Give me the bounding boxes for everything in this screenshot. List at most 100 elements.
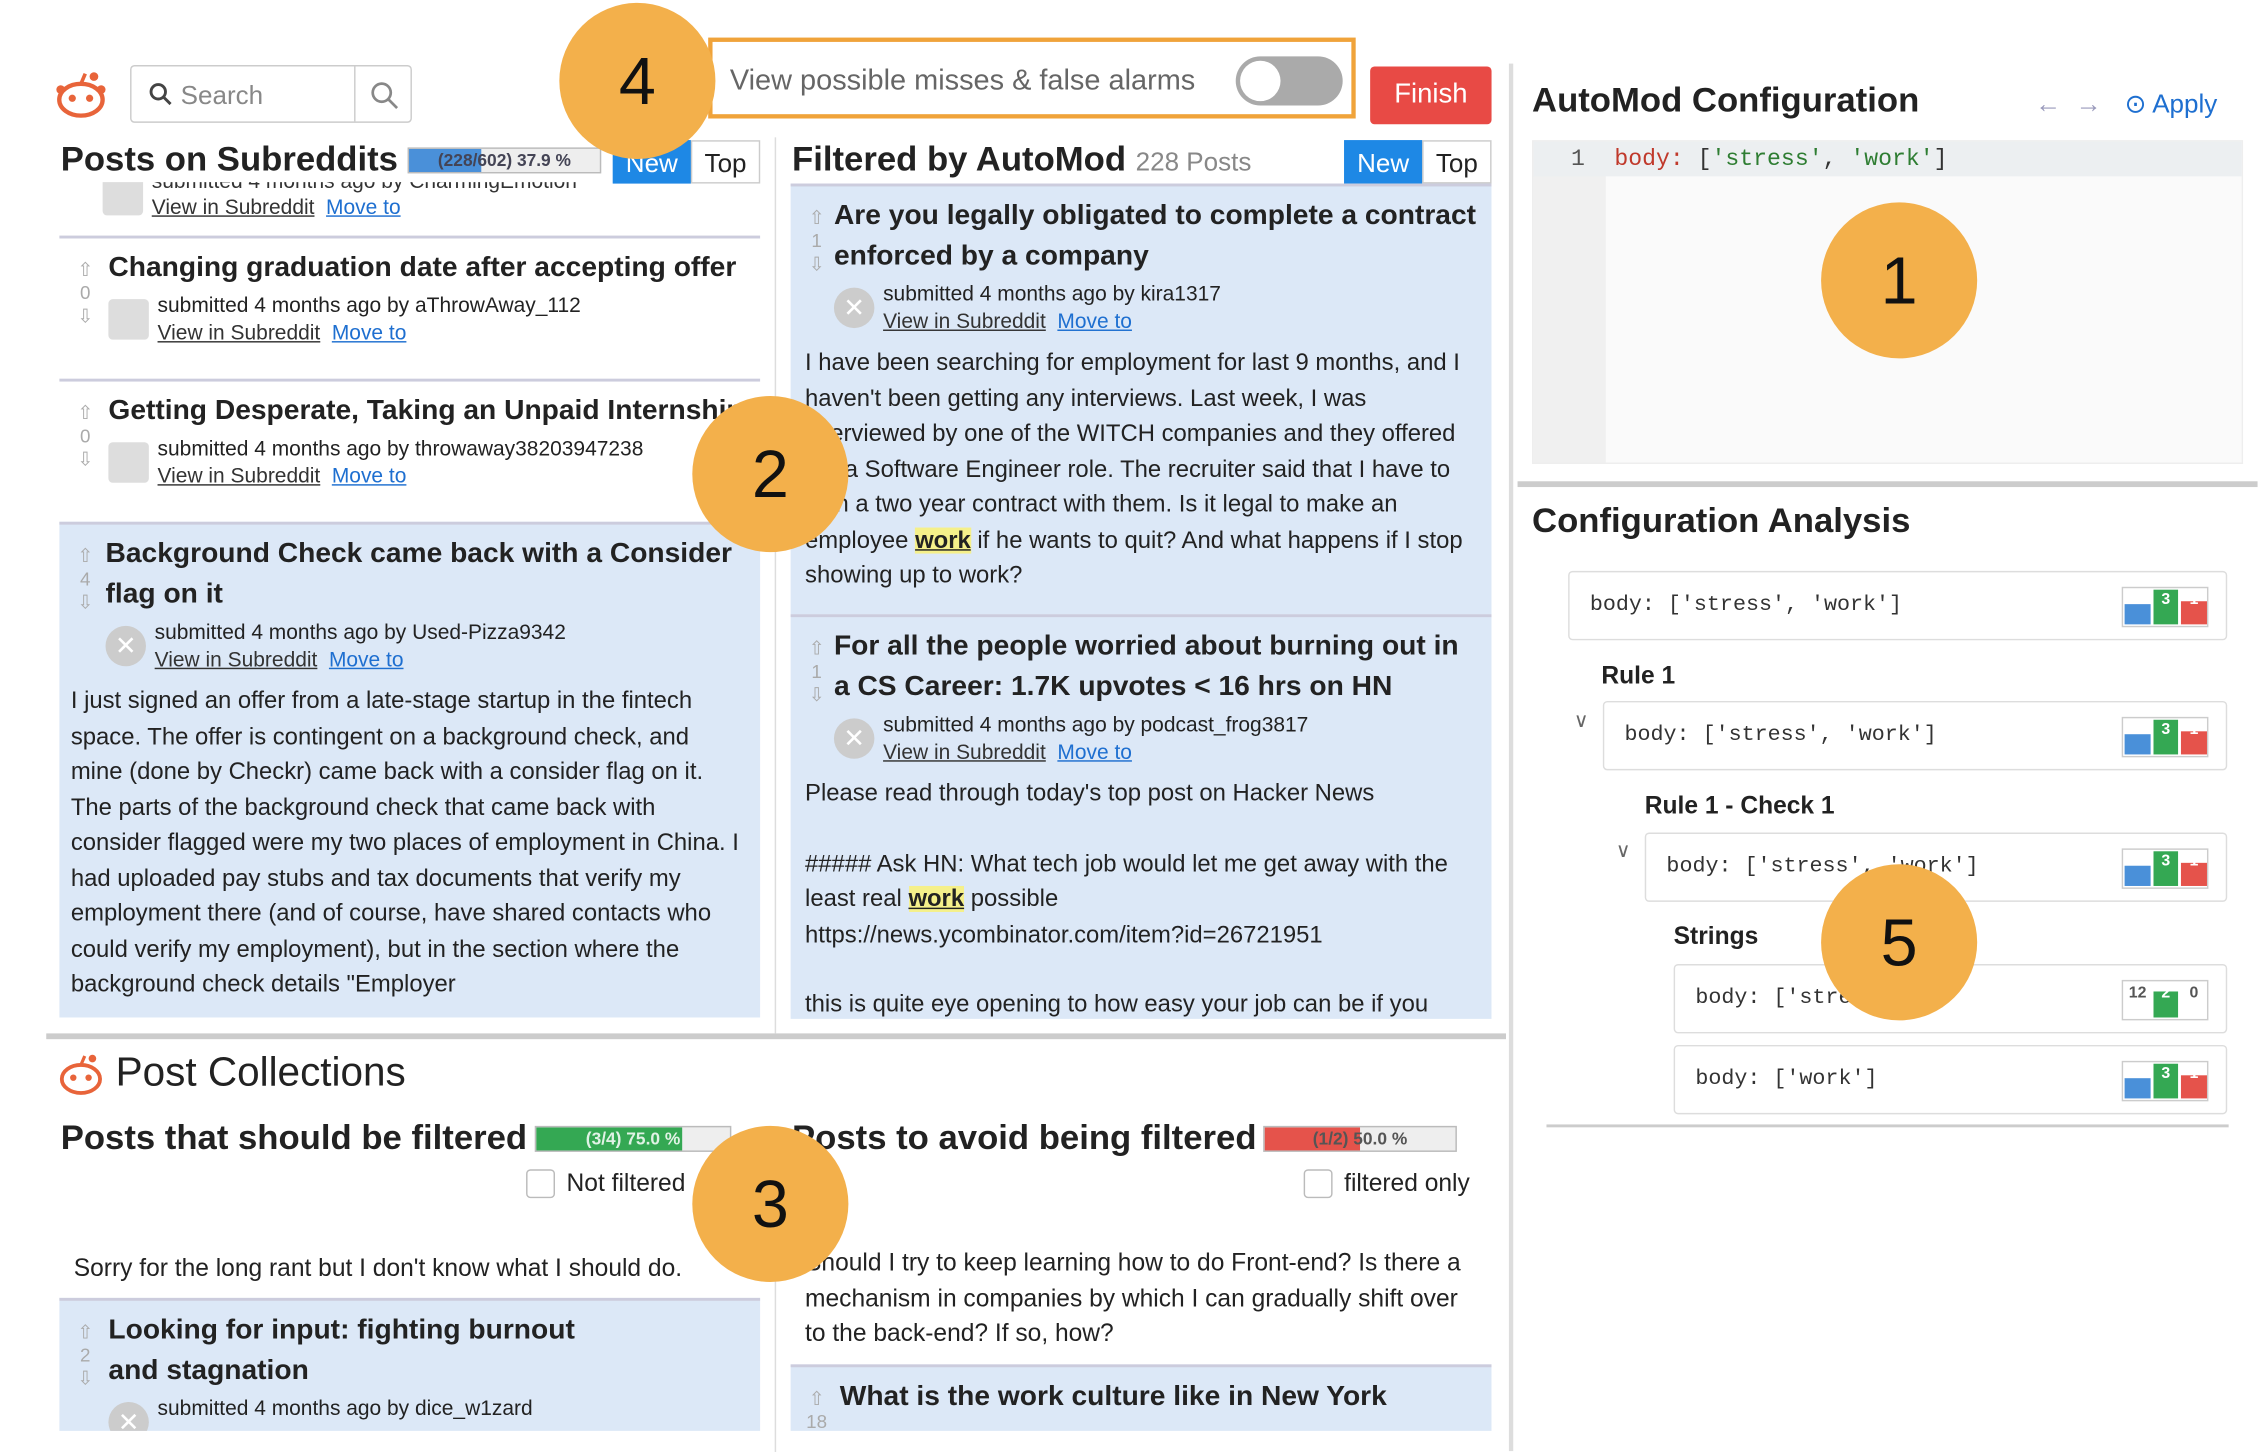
post-meta: submitted 4 months ago by CharmingEmotio… [152, 182, 760, 196]
rule-label: Rule 1 [1601, 661, 1676, 690]
subreddit-posts-title: Posts on Subreddits [60, 140, 398, 180]
vote-control[interactable]: ⇧ 4 ⇩ [71, 545, 100, 614]
post-meta: submitted 4 months ago by kira1317 [883, 283, 1221, 307]
move-to-link[interactable]: Move to [326, 197, 401, 220]
keyword-highlight: work [908, 885, 965, 912]
match-count-chart: 228 3 1 [2121, 586, 2209, 628]
should-filter-list: Sorry for the long rant but I don't know… [59, 1211, 761, 1431]
post-meta: submitted 4 months ago by dice_w1zard [157, 1397, 533, 1421]
move-to-link[interactable]: Move to [1057, 741, 1132, 764]
match-count-chart: 228 3 1 [2121, 848, 2209, 889]
post-collections-title: Post Collections [115, 1049, 406, 1095]
post-title[interactable]: What is the work culture like in New Yor… [840, 1376, 1477, 1416]
chevron-down-icon[interactable]: ∨ [1574, 708, 1589, 733]
list-item[interactable]: ⇧ 4 ⇩ Background Check came back with a Co… [59, 521, 761, 1018]
collections-logo-icon [59, 1054, 102, 1095]
reddit-logo-icon [56, 72, 106, 118]
right-tab-new[interactable]: New [1344, 140, 1423, 184]
chevron-down-icon[interactable]: ∨ [1616, 838, 1631, 863]
match-count-chart: 12 2 0 [2121, 979, 2209, 1021]
filtered-only-label: filtered only [1344, 1169, 1470, 1197]
vote-control[interactable]: ⇧ 0 ⇩ [71, 402, 100, 471]
list-item[interactable]: ⇧ 2 ⇩ Looking for input: fighting burnout … [59, 1297, 761, 1431]
finish-button[interactable]: Finish [1370, 66, 1492, 125]
view-in-subreddit-link[interactable]: View in Subreddit [152, 197, 315, 220]
config-analysis-title: Configuration Analysis [1532, 501, 1911, 541]
removed-icon: ✕ [105, 625, 146, 667]
line-number: 1 [1571, 145, 1585, 172]
removed-icon: ✕ [833, 718, 875, 759]
left-tab-top[interactable]: Top [690, 140, 761, 184]
view-in-subreddit-link[interactable]: View in Subreddit [883, 311, 1046, 334]
annotation-badge-4: 4 [559, 2, 716, 159]
keyword-highlight: work [915, 526, 971, 553]
annotation-badge-1: 1 [1821, 202, 1978, 359]
list-item[interactable]: ⇧ 0 ⇩ Changing graduation date after accep… [59, 235, 761, 379]
strings-label: Strings [1673, 922, 1759, 950]
avoid-filter-title: Posts to avoid being filtered [792, 1118, 1257, 1158]
misses-toggle-label: View possible misses & false alarms [729, 65, 1196, 97]
post-body: I have been searching for employment for… [805, 349, 1463, 589]
should-filter-progress: (3/4) 75.0 % [534, 1125, 732, 1152]
post-body: I just signed an offer from a late-stage… [70, 687, 739, 998]
search-placeholder: Search [180, 80, 264, 110]
post-body: Sorry for the long rant but I don't know… [73, 1254, 683, 1282]
not-filtered-label: Not filtered [566, 1169, 686, 1197]
post-title[interactable]: Looking for input: fighting burnout and … [108, 1309, 628, 1390]
config-code[interactable]: body: ['stress', 'work'] [1614, 146, 1947, 172]
annotation-badge-2: 2 [692, 396, 849, 553]
list-item[interactable]: ⇧ 18 What is the work culture like in New… [790, 1364, 1492, 1431]
misses-toggle-switch[interactable] [1235, 56, 1343, 106]
view-in-subreddit-link[interactable]: View in Subreddit [158, 465, 321, 488]
search-input[interactable]: Search [130, 65, 412, 123]
list-item[interactable]: ⇧ 0 ⇩ Getting Desperate, Taking an Unpaid … [59, 378, 761, 522]
move-to-link[interactable]: Move to [332, 465, 407, 488]
post-title[interactable]: For all the people worried about burning… [834, 626, 1477, 707]
view-in-subreddit-link[interactable]: View in Subreddit [155, 649, 318, 672]
vote-control[interactable]: ⇧ 2 ⇩ [71, 1321, 100, 1390]
match-count-chart: 223 3 1 [2121, 1060, 2209, 1102]
list-item[interactable]: ⇧ 1 ⇩ For all the people worried about bur… [790, 614, 1492, 1019]
vote-control[interactable]: ⇧ 1 ⇩ [802, 637, 831, 706]
post-body: Should I try to keep learning how to do … [805, 1248, 1461, 1348]
subreddit-post-list: submitted 4 months ago by CharmingEmotio… [59, 182, 761, 1018]
removed-icon: ✕ [108, 1401, 149, 1431]
post-title[interactable]: Changing graduation date after accepting… [108, 247, 745, 287]
play-circle-icon: ⊙ [2124, 89, 2147, 119]
analysis-row[interactable]: body: ['stress', 'work'] 228 3 1 [1568, 570, 2228, 641]
search-icon [149, 83, 172, 106]
right-tab-top[interactable]: Top [1422, 140, 1492, 184]
move-to-link[interactable]: Move to [1057, 311, 1132, 334]
annotation-badge-5: 5 [1821, 864, 1978, 1021]
filtered-only-checkbox[interactable] [1303, 1169, 1333, 1199]
annotation-badge-3: 3 [692, 1125, 849, 1282]
apply-button[interactable]: ⊙ Apply [2125, 90, 2218, 120]
post-title[interactable]: Background Check came back with a Consid… [106, 533, 746, 614]
vote-control[interactable]: ⇧ 1 ⇩ [802, 207, 831, 276]
vote-control[interactable]: ⇧ 0 ⇩ [71, 259, 100, 328]
filtered-post-list: ⇧ 1 ⇩ Are you legally obligated to complet… [790, 183, 1492, 1019]
analysis-row[interactable]: body: ['work'] 223 3 1 [1673, 1044, 2228, 1115]
move-to-link[interactable]: Move to [332, 322, 407, 345]
search-button-icon[interactable] [370, 81, 399, 110]
automod-config-title: AutoMod Configuration [1532, 80, 1920, 120]
avoid-filter-progress: (1/2) 50.0 % [1263, 1125, 1457, 1152]
check-label: Rule 1 - Check 1 [1644, 792, 1835, 820]
view-in-subreddit-link[interactable]: View in Subreddit [883, 741, 1046, 764]
not-filtered-checkbox[interactable] [526, 1169, 555, 1199]
subreddit-progress-bar: (228/602) 37.9 % [407, 147, 602, 174]
post-title[interactable]: Getting Desperate, Taking an Unpaid Inte… [108, 390, 745, 430]
misses-toggle-panel: View possible misses & false alarms [708, 37, 1356, 119]
post-thumbnail-icon [108, 442, 149, 483]
move-to-link[interactable]: Move to [329, 649, 404, 672]
analysis-row[interactable]: body: ['stress', 'work'] 228 3 1 [1602, 700, 2228, 771]
undo-redo-controls[interactable]: ← → [2035, 90, 2102, 120]
post-title[interactable]: Are you legally obligated to complete a … [834, 195, 1477, 276]
vote-control[interactable]: ⇧ 18 [802, 1387, 831, 1430]
filtered-count: 228 Posts [1135, 147, 1252, 177]
avoid-filter-list: Should I try to keep learning how to do … [790, 1211, 1492, 1431]
view-in-subreddit-link[interactable]: View in Subreddit [158, 322, 321, 345]
post-thumbnail-icon [108, 299, 149, 340]
list-item[interactable]: ⇧ 1 ⇩ Are you legally obligated to complet… [790, 183, 1492, 615]
post-meta: submitted 4 months ago by aThrowAway_112 [157, 294, 581, 318]
